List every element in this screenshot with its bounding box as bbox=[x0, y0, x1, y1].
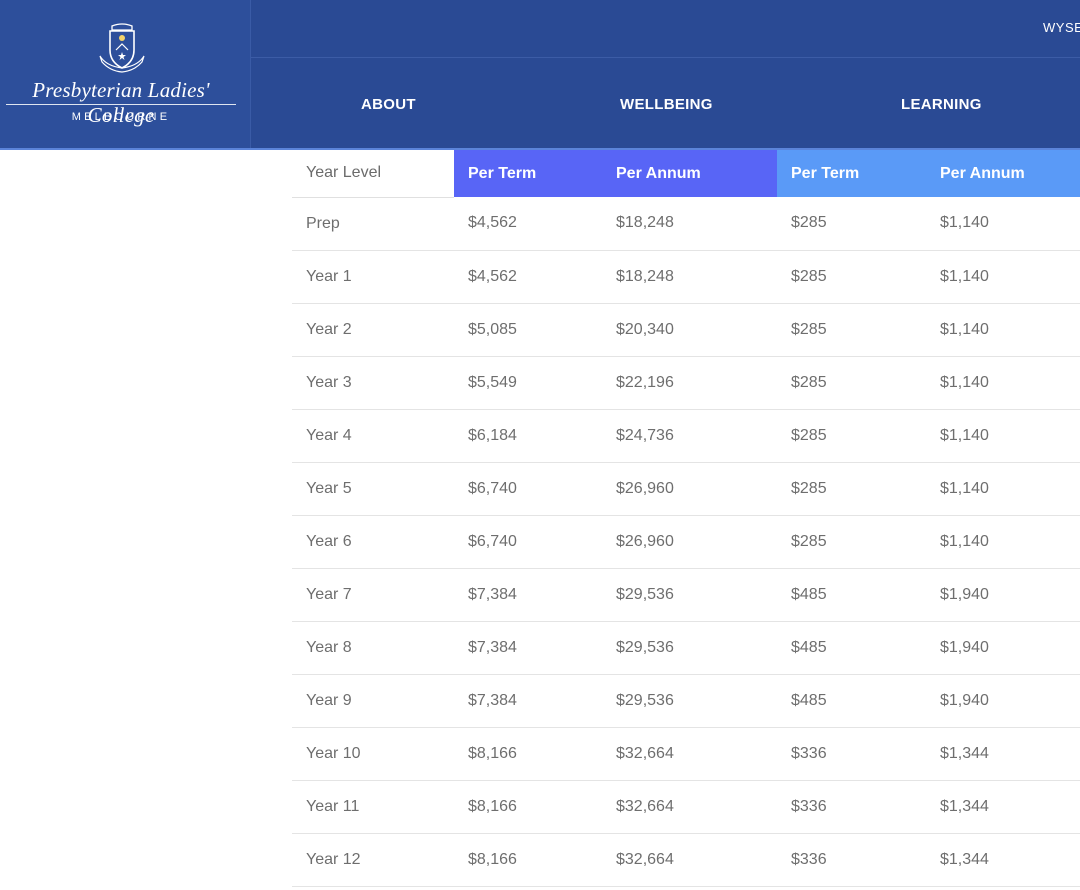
site-header: Presbyterian Ladies' College MELBOURNE W… bbox=[0, 0, 1080, 150]
site-logo[interactable]: Presbyterian Ladies' College MELBOURNE bbox=[0, 0, 251, 148]
nav-item-about[interactable]: ABOUT bbox=[361, 96, 416, 113]
levy-per-term-cell: $285 bbox=[777, 303, 926, 357]
table-header-row: Year Level Per Term Per Annum Per Term P… bbox=[292, 150, 1080, 198]
tuition-per-annum-cell: $24,736 bbox=[602, 409, 777, 463]
levy-per-term-cell: $336 bbox=[777, 727, 926, 781]
year-level-cell: Year 9 bbox=[292, 674, 454, 728]
tuition-per-annum-cell: $32,664 bbox=[602, 833, 777, 887]
levy-per-annum-cell: $1,140 bbox=[926, 409, 1080, 463]
tuition-per-term-cell: $8,166 bbox=[454, 780, 602, 834]
levy-per-annum-cell: $1,140 bbox=[926, 250, 1080, 304]
utility-bar: WYSE bbox=[251, 0, 1080, 58]
year-level-cell: Year 2 bbox=[292, 303, 454, 357]
levy-per-term-cell: $285 bbox=[777, 462, 926, 516]
year-level-cell: Year 5 bbox=[292, 462, 454, 516]
tuition-per-term-cell: $5,549 bbox=[454, 356, 602, 410]
table-row: Year 6 $6,740 $26,960 $285 $1,140 bbox=[292, 515, 1080, 569]
tuition-per-annum-cell: $20,340 bbox=[602, 303, 777, 357]
levy-per-annum-cell: $1,940 bbox=[926, 621, 1080, 675]
year-level-cell: Prep bbox=[292, 197, 454, 251]
levy-per-term-cell: $485 bbox=[777, 621, 926, 675]
nav-item-learning[interactable]: LEARNING bbox=[901, 96, 982, 113]
logo-subtitle: MELBOURNE bbox=[71, 111, 171, 123]
levy-per-term-cell: $285 bbox=[777, 356, 926, 410]
logo-divider bbox=[6, 104, 236, 105]
levy-per-annum-cell: $1,344 bbox=[926, 727, 1080, 781]
levy-per-term-cell: $336 bbox=[777, 780, 926, 834]
levy-per-term-cell: $485 bbox=[777, 568, 926, 622]
levy-per-term-cell: $285 bbox=[777, 197, 926, 251]
column-header-tuition-per-annum: Per Annum bbox=[602, 150, 777, 197]
levy-per-annum-cell: $1,344 bbox=[926, 780, 1080, 834]
fees-table-body: Prep $4,562 $18,248 $285 $1,140 Year 1 $4,562 $… bbox=[292, 197, 1080, 887]
levy-per-annum-cell: $1,940 bbox=[926, 568, 1080, 622]
table-row: Year 11 $8,166 $32,664 $336 $1,344 bbox=[292, 780, 1080, 834]
levy-per-annum-cell: $1,140 bbox=[926, 462, 1080, 516]
year-level-cell: Year 7 bbox=[292, 568, 454, 622]
tuition-per-annum-cell: $29,536 bbox=[602, 674, 777, 728]
year-level-cell: Year 6 bbox=[292, 515, 454, 569]
levy-per-term-cell: $285 bbox=[777, 409, 926, 463]
tuition-per-annum-cell: $26,960 bbox=[602, 462, 777, 516]
utility-link[interactable]: WYSE bbox=[1043, 20, 1080, 35]
tuition-per-annum-cell: $29,536 bbox=[602, 568, 777, 622]
year-level-cell: Year 1 bbox=[292, 250, 454, 304]
year-level-cell: Year 3 bbox=[292, 356, 454, 410]
main-nav: ABOUT WELLBEING LEARNING bbox=[251, 59, 1080, 148]
table-row: Year 8 $7,384 $29,536 $485 $1,940 bbox=[292, 621, 1080, 675]
table-row: Year 7 $7,384 $29,536 $485 $1,940 bbox=[292, 568, 1080, 622]
table-row: Prep $4,562 $18,248 $285 $1,140 bbox=[292, 197, 1080, 251]
levy-per-annum-cell: $1,140 bbox=[926, 515, 1080, 569]
column-header-levy-per-annum: Per Annum bbox=[926, 150, 1080, 197]
year-level-cell: Year 10 bbox=[292, 727, 454, 781]
tuition-per-term-cell: $7,384 bbox=[454, 674, 602, 728]
tuition-per-annum-cell: $32,664 bbox=[602, 780, 777, 834]
school-crest-icon bbox=[99, 23, 145, 73]
tuition-per-term-cell: $5,085 bbox=[454, 303, 602, 357]
year-level-cell: Year 8 bbox=[292, 621, 454, 675]
column-header-levy-per-term: Per Term bbox=[777, 150, 926, 197]
nav-item-wellbeing[interactable]: WELLBEING bbox=[620, 96, 713, 113]
tuition-per-term-cell: $4,562 bbox=[454, 197, 602, 251]
column-header-year-level: Year Level bbox=[292, 150, 454, 198]
levy-per-term-cell: $285 bbox=[777, 250, 926, 304]
levy-per-term-cell: $285 bbox=[777, 515, 926, 569]
year-level-cell: Year 11 bbox=[292, 780, 454, 834]
table-row: Year 2 $5,085 $20,340 $285 $1,140 bbox=[292, 303, 1080, 357]
levy-per-term-cell: $336 bbox=[777, 833, 926, 887]
tuition-per-term-cell: $6,184 bbox=[454, 409, 602, 463]
table-row: Year 4 $6,184 $24,736 $285 $1,140 bbox=[292, 409, 1080, 463]
tuition-per-term-cell: $8,166 bbox=[454, 833, 602, 887]
tuition-per-annum-cell: $29,536 bbox=[602, 621, 777, 675]
levy-per-annum-cell: $1,140 bbox=[926, 356, 1080, 410]
table-row: Year 5 $6,740 $26,960 $285 $1,140 bbox=[292, 462, 1080, 516]
levy-per-annum-cell: $1,344 bbox=[926, 833, 1080, 887]
levy-per-annum-cell: $1,940 bbox=[926, 674, 1080, 728]
table-row: Year 10 $8,166 $32,664 $336 $1,344 bbox=[292, 727, 1080, 781]
table-row: Year 12 $8,166 $32,664 $336 $1,344 bbox=[292, 833, 1080, 887]
year-level-cell: Year 4 bbox=[292, 409, 454, 463]
tuition-per-annum-cell: $32,664 bbox=[602, 727, 777, 781]
levy-per-annum-cell: $1,140 bbox=[926, 197, 1080, 251]
tuition-per-annum-cell: $26,960 bbox=[602, 515, 777, 569]
levy-per-term-cell: $485 bbox=[777, 674, 926, 728]
year-level-cell: Year 12 bbox=[292, 833, 454, 887]
tuition-per-term-cell: $6,740 bbox=[454, 462, 602, 516]
table-row: Year 9 $7,384 $29,536 $485 $1,940 bbox=[292, 674, 1080, 728]
tuition-per-term-cell: $4,562 bbox=[454, 250, 602, 304]
table-row: Year 3 $5,549 $22,196 $285 $1,140 bbox=[292, 356, 1080, 410]
levy-per-annum-cell: $1,140 bbox=[926, 303, 1080, 357]
column-header-tuition-per-term: Per Term bbox=[454, 150, 602, 197]
tuition-per-annum-cell: $18,248 bbox=[602, 250, 777, 304]
tuition-per-annum-cell: $18,248 bbox=[602, 197, 777, 251]
table-row: Year 1 $4,562 $18,248 $285 $1,140 bbox=[292, 250, 1080, 304]
tuition-per-annum-cell: $22,196 bbox=[602, 356, 777, 410]
tuition-per-term-cell: $8,166 bbox=[454, 727, 602, 781]
tuition-per-term-cell: $7,384 bbox=[454, 568, 602, 622]
tuition-per-term-cell: $6,740 bbox=[454, 515, 602, 569]
fees-table: Year Level Per Term Per Annum Per Term P… bbox=[292, 150, 1080, 887]
tuition-per-term-cell: $7,384 bbox=[454, 621, 602, 675]
